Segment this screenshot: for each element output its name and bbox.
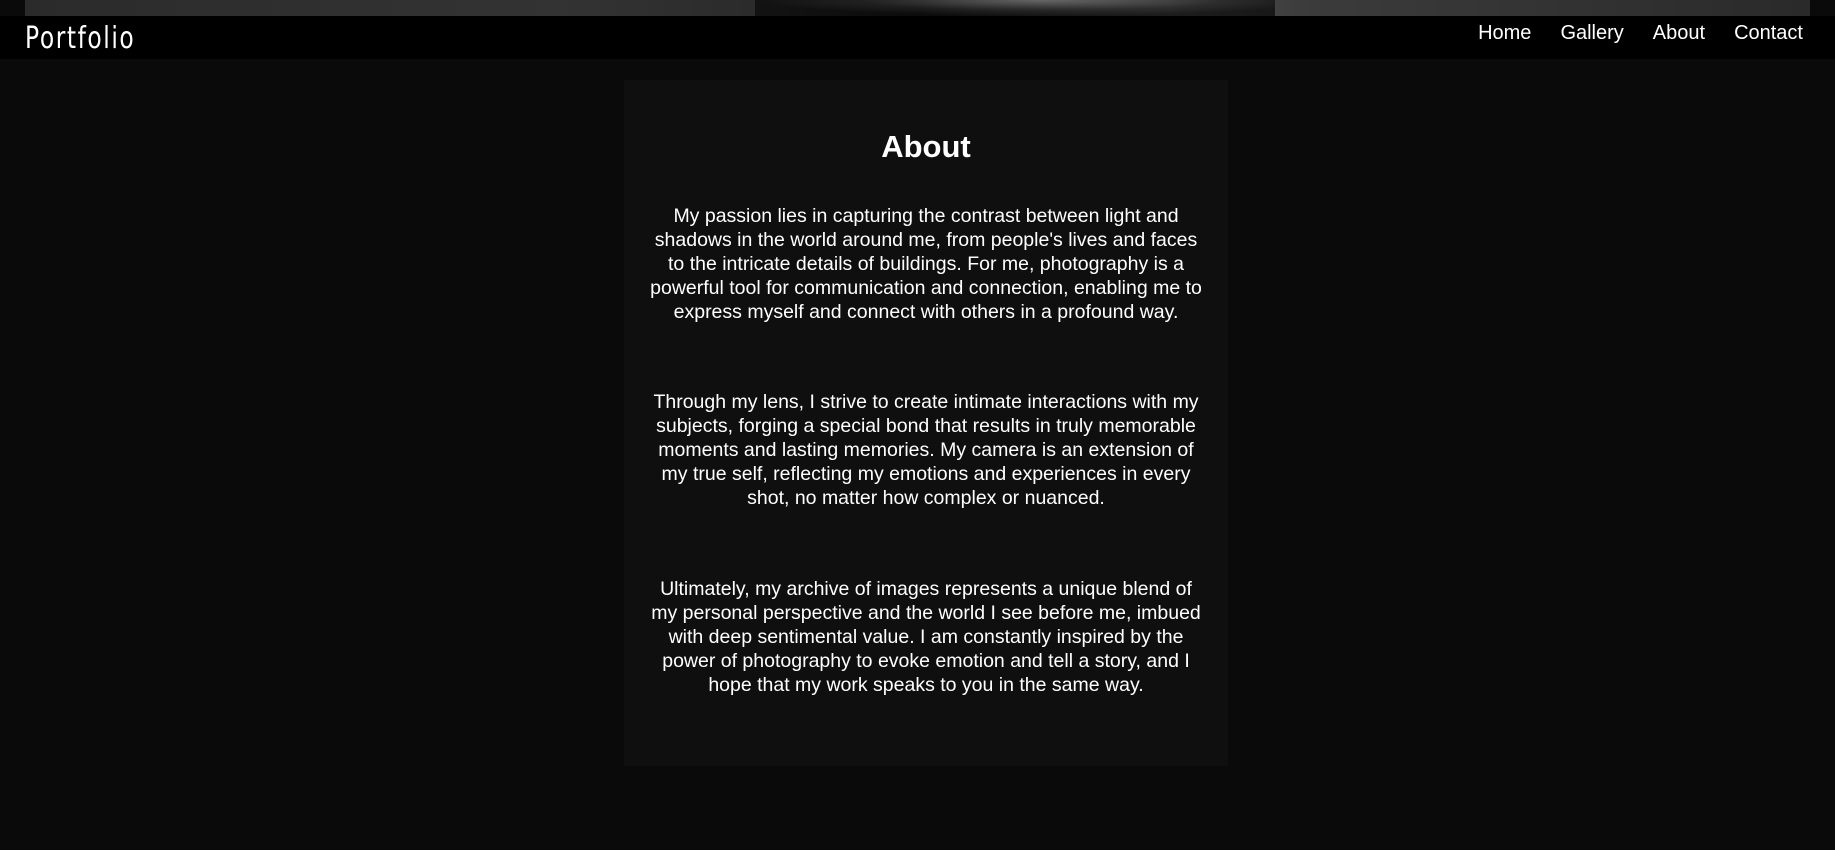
about-title: About (881, 129, 971, 164)
nav-contact-link[interactable]: Contact (1734, 23, 1803, 43)
top-navigation: Portfolio Home Gallery About Contact (0, 16, 1835, 59)
nav-about-link[interactable]: About (1653, 23, 1705, 43)
about-paragraph-1: My passion lies in capturing the contras… (650, 205, 1202, 323)
about-paragraph-2: Through my lens, I strive to create inti… (653, 391, 1199, 509)
header-image-strip (25, 0, 1810, 16)
about-paragraph-3: Ultimately, my archive of images represe… (651, 578, 1201, 696)
portfolio-brand-link[interactable]: Portfolio (25, 21, 135, 57)
nav-home-link[interactable]: Home (1478, 23, 1531, 43)
about-card: About My passion lies in capturing the c… (624, 80, 1228, 766)
nav-gallery-link[interactable]: Gallery (1560, 23, 1623, 43)
nav-links: Home Gallery About Contact (1478, 16, 1803, 43)
